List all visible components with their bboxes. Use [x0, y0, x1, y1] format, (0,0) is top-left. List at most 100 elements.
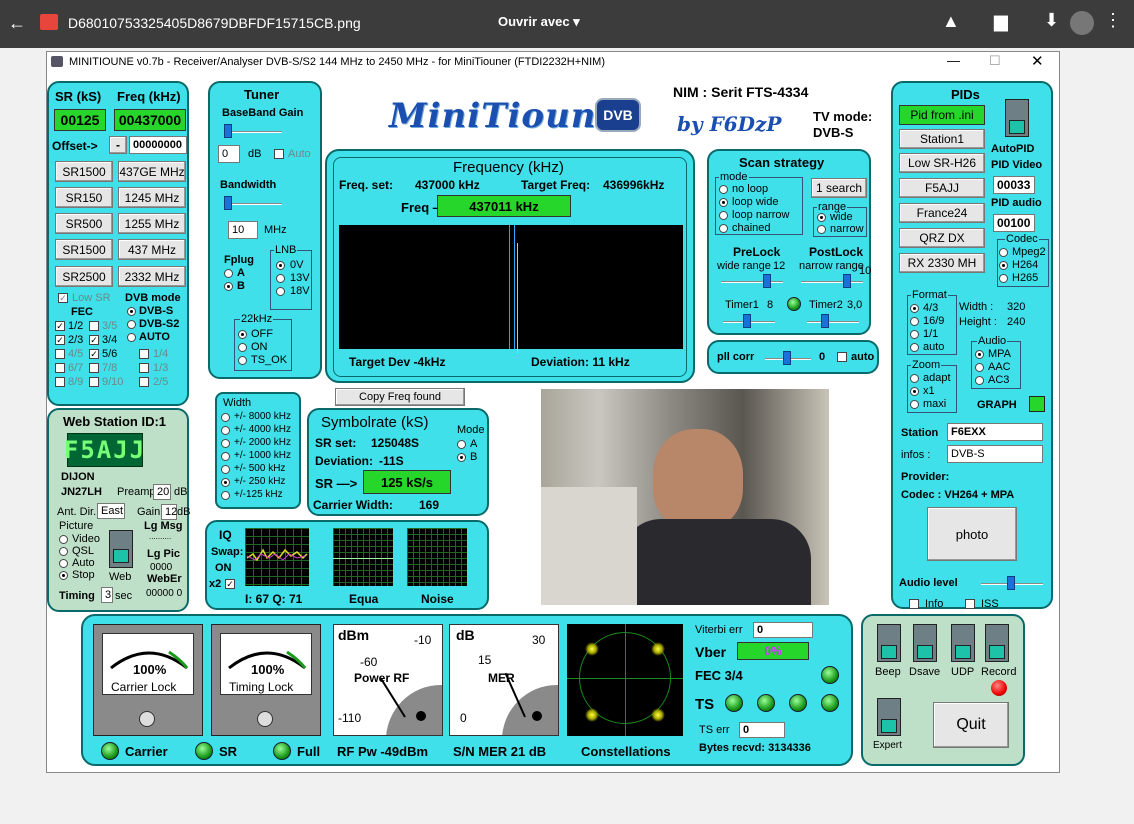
slider-thumb[interactable] [783, 351, 791, 365]
print-icon[interactable]: ▆ [994, 11, 1008, 32]
graph-toggle[interactable] [1029, 396, 1045, 412]
freq-value-field[interactable]: 00437000 [114, 109, 186, 131]
station-button[interactable]: RX 2330 MH [899, 253, 985, 273]
fec-checkbox[interactable]: ✓ [89, 335, 99, 345]
fec-checkbox[interactable]: ✓ [89, 349, 99, 359]
preset-freq-button[interactable]: 1245 MHz [118, 187, 186, 208]
prelock-slider[interactable] [721, 274, 783, 288]
iss-checkbox[interactable] [965, 599, 975, 609]
pid-from-ini-button[interactable]: Pid from .ini [899, 105, 985, 125]
fplug-b-radio[interactable] [224, 282, 233, 291]
info-checkbox[interactable] [909, 599, 919, 609]
fplug-a-radio[interactable] [224, 269, 233, 278]
slider-thumb[interactable] [763, 274, 771, 288]
pid-audio-field[interactable]: 00100 [993, 214, 1035, 232]
lnb-13v-radio[interactable] [276, 274, 285, 283]
format-43-radio[interactable] [910, 304, 919, 313]
width-option-radio[interactable] [221, 413, 230, 422]
fec-checkbox[interactable] [55, 363, 65, 373]
avatar[interactable] [1070, 11, 1094, 35]
preamp-field[interactable]: 20 [153, 484, 171, 500]
preset-sr-button[interactable]: SR150 [55, 187, 113, 208]
khz22-on-radio[interactable] [238, 343, 247, 352]
slider-thumb[interactable] [224, 196, 232, 210]
web-toggle[interactable] [109, 530, 133, 568]
gain-field[interactable]: 12 [161, 504, 177, 520]
infos-field[interactable]: DVB-S [947, 445, 1043, 463]
audio-aac-radio[interactable] [975, 363, 984, 372]
gain-field[interactable]: 0 [218, 145, 240, 163]
loop-narrow-radio[interactable] [719, 211, 728, 220]
expert-toggle[interactable] [877, 698, 901, 736]
pid-video-field[interactable]: 00033 [993, 176, 1035, 194]
codec-h264-radio[interactable] [999, 261, 1008, 270]
dvb-auto-radio[interactable] [127, 333, 136, 342]
station-button[interactable]: Low SR-H26 [899, 153, 985, 173]
audio-mpa-radio[interactable] [975, 350, 984, 359]
station-button[interactable]: Station1 [899, 129, 985, 149]
fec-checkbox[interactable] [89, 377, 99, 387]
ant-dir-field[interactable]: East [97, 503, 125, 519]
photo-button[interactable]: photo [927, 507, 1017, 561]
zoom-x1-radio[interactable] [910, 387, 919, 396]
fec-checkbox[interactable] [139, 349, 149, 359]
loop-wide-radio[interactable] [719, 198, 728, 207]
baseband-gain-slider[interactable] [224, 124, 282, 138]
zoom-adapt-radio[interactable] [910, 374, 919, 383]
chained-radio[interactable] [719, 224, 728, 233]
picture-stop-radio[interactable] [59, 571, 68, 580]
low-sr-checkbox[interactable]: ✓ [58, 293, 68, 303]
station-field[interactable]: F6EXX [947, 423, 1043, 441]
mode-b-radio[interactable] [457, 453, 466, 462]
range-wide-radio[interactable] [817, 213, 826, 222]
station-button[interactable]: QRZ DX [899, 228, 985, 248]
lnb-18v-radio[interactable] [276, 287, 285, 296]
timer1-slider[interactable] [723, 314, 775, 328]
preset-freq-button[interactable]: 437 MHz [118, 239, 186, 260]
offset-field[interactable]: 00000000 [129, 136, 187, 154]
open-with-button[interactable]: Ouvrir avec ▾ [498, 14, 580, 30]
fec-checkbox[interactable] [89, 321, 99, 331]
slider-thumb[interactable] [1007, 576, 1015, 590]
carrier-lock-adjust-icon[interactable] [139, 711, 155, 727]
format-169-radio[interactable] [910, 317, 919, 326]
slider-thumb[interactable] [743, 314, 751, 328]
width-option-radio[interactable] [221, 465, 230, 474]
picture-auto-radio[interactable] [59, 559, 68, 568]
beep-toggle[interactable] [877, 624, 901, 662]
back-arrow-icon[interactable]: ← [8, 13, 26, 34]
bandwidth-slider[interactable] [224, 196, 282, 210]
udp-toggle[interactable] [951, 624, 975, 662]
station-button[interactable]: F5AJJ [899, 178, 985, 198]
sr-value-field[interactable]: 00125 [54, 109, 106, 131]
dsave-toggle[interactable] [913, 624, 937, 662]
width-option-radio[interactable] [221, 439, 230, 448]
slider-thumb[interactable] [821, 314, 829, 328]
range-narrow-radio[interactable] [817, 225, 826, 234]
preset-sr-button[interactable]: SR1500 [55, 161, 113, 182]
codec-mpeg2-radio[interactable] [999, 248, 1008, 257]
picture-video-radio[interactable] [59, 535, 68, 544]
slider-thumb[interactable] [843, 274, 851, 288]
khz22-tsok-radio[interactable] [238, 356, 247, 365]
pll-auto-checkbox[interactable] [837, 352, 847, 362]
picture-qsl-radio[interactable] [59, 547, 68, 556]
codec-h265-radio[interactable] [999, 274, 1008, 283]
bandwidth-field[interactable]: 10 [228, 221, 258, 239]
offset-sign-button[interactable]: - [109, 136, 127, 154]
preset-sr-button[interactable]: SR1500 [55, 239, 113, 260]
timer2-slider[interactable] [807, 314, 859, 328]
width-option-radio[interactable] [221, 491, 230, 500]
record-toggle[interactable] [985, 624, 1009, 662]
width-option-radio[interactable] [221, 426, 230, 435]
format-11-radio[interactable] [910, 330, 919, 339]
width-option-radio[interactable] [221, 478, 230, 487]
slider-thumb[interactable] [224, 124, 232, 138]
audio-level-slider[interactable] [981, 576, 1043, 590]
fec-checkbox[interactable] [89, 363, 99, 373]
iq-x2-checkbox[interactable]: ✓ [225, 579, 235, 589]
mode-a-radio[interactable] [457, 440, 466, 449]
lnb-0v-radio[interactable] [276, 261, 285, 270]
timing-field[interactable]: 3 [101, 587, 113, 603]
quit-button[interactable]: Quit [933, 702, 1009, 748]
